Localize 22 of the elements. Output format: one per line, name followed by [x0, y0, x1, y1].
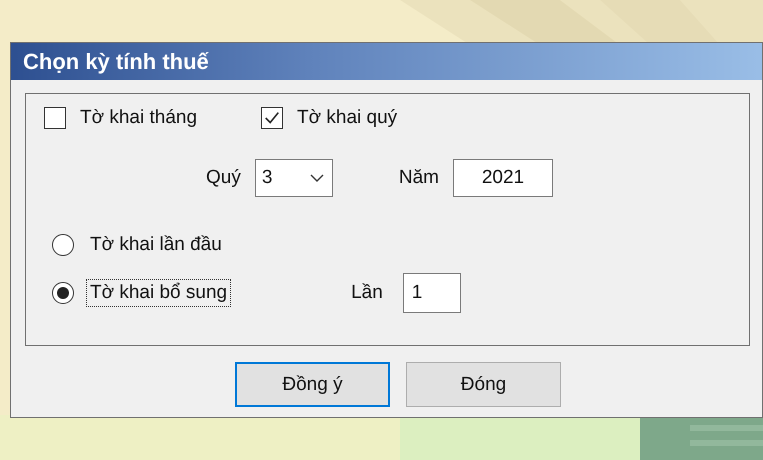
radio-button[interactable] — [52, 282, 74, 304]
checkbox-option[interactable]: Tờ khai tháng — [44, 107, 198, 129]
checkbox[interactable] — [261, 107, 284, 129]
dialog-button[interactable]: Đóng — [406, 362, 561, 407]
dialog-button[interactable]: Đồng ý — [235, 362, 390, 407]
quarter-dropdown[interactable]: 3 — [254, 159, 333, 197]
radio-option[interactable]: Tờ khai bổ sung — [52, 279, 232, 307]
year-label: Năm — [398, 167, 439, 189]
year-field[interactable]: 2021 — [452, 159, 553, 197]
revision-label: Lần — [351, 282, 383, 304]
revision-field[interactable]: 1 — [402, 273, 461, 313]
radio-label: Tờ khai bổ sung — [86, 279, 232, 307]
checkbox-option[interactable]: Tờ khai quý — [261, 107, 398, 129]
radio-button[interactable] — [52, 234, 74, 256]
radio-option[interactable]: Tờ khai lần đầu — [52, 231, 226, 259]
checkbox-label: Tờ khai quý — [297, 107, 398, 129]
quarter-label: Quý — [206, 167, 241, 189]
radio-label: Tờ khai lần đầu — [89, 233, 223, 257]
checkbox[interactable] — [44, 107, 66, 129]
chevron-down-icon — [310, 174, 324, 182]
checkbox-label: Tờ khai tháng — [80, 107, 198, 129]
window-title: Chọn kỳ tính thuế — [23, 48, 209, 74]
